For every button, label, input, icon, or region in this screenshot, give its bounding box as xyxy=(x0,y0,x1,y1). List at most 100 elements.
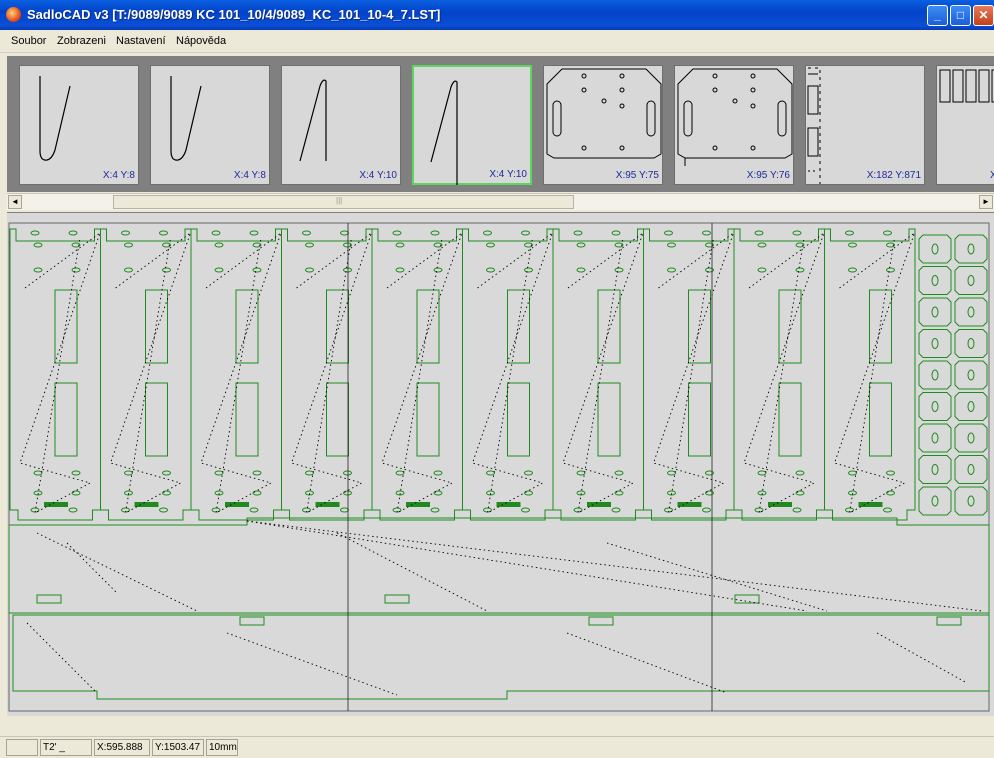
plate-hole xyxy=(795,490,805,496)
plate-slot xyxy=(688,289,711,364)
plate-hole xyxy=(249,230,259,236)
plate-hole xyxy=(162,267,171,273)
plate-hole xyxy=(392,230,402,236)
menu-soubor[interactable]: Soubor xyxy=(11,35,46,47)
plate-hole xyxy=(614,490,624,496)
plate-hole xyxy=(573,230,583,236)
menu-zobrazeni[interactable]: Zobrazeni xyxy=(57,35,106,47)
plate-hole xyxy=(667,470,676,476)
minimize-button[interactable]: _ xyxy=(927,5,948,26)
part-thumbnail[interactable]: X:95 Y:76 xyxy=(674,65,794,185)
part-thumbnail[interactable]: X:95 Y:75 xyxy=(543,65,663,185)
part-thumbnail[interactable]: X:4 Y:8 xyxy=(150,65,270,185)
strip-tab xyxy=(36,594,62,604)
small-part-hole xyxy=(967,243,975,255)
thumbnail-coord: X:95 Y:76 xyxy=(746,170,790,181)
plate-slot xyxy=(507,289,530,364)
small-part-hole xyxy=(931,275,939,286)
plate-hole xyxy=(757,267,767,273)
small-part-hole xyxy=(967,369,975,381)
plate-hole xyxy=(848,242,857,248)
scroll-thumb[interactable]: ||| xyxy=(113,195,574,209)
status-panel-1 xyxy=(6,739,38,756)
small-part-hole xyxy=(967,275,975,286)
plate-hole xyxy=(576,267,586,273)
thumbnail-coord: X:95 Y:75 xyxy=(615,170,659,181)
plate-hole xyxy=(305,470,314,476)
plate-hole xyxy=(249,507,259,513)
plate-hole xyxy=(252,470,262,476)
plate-hole xyxy=(433,267,443,273)
plate-hole xyxy=(576,470,586,476)
plate-hole xyxy=(214,242,224,248)
small-part-outline xyxy=(954,455,988,484)
plate-slot xyxy=(507,382,530,457)
close-button[interactable]: ✕ xyxy=(973,5,994,26)
thumbnail-coord: X:4 Y:10 xyxy=(489,169,527,180)
small-part-hole xyxy=(931,369,939,381)
plate-hole xyxy=(214,267,224,273)
plate-slot xyxy=(597,289,621,364)
plate-label-mark xyxy=(134,502,159,507)
small-part-outline xyxy=(918,392,952,421)
plate-hole xyxy=(159,230,168,236)
part-thumbnail[interactable]: X:4 Y:8 xyxy=(19,65,139,185)
plate-hole xyxy=(483,230,492,236)
toolpath-segment xyxy=(246,520,983,612)
scroll-grip: ||| xyxy=(336,196,343,205)
thumbnail-strip: X:4 Y:8 X:4 Y:8 X:4 Y:10 X:4 Y:10 X:95 Y… xyxy=(7,56,994,192)
part-preview xyxy=(546,68,662,159)
plate-slot xyxy=(869,382,892,457)
small-part-hole xyxy=(967,401,975,412)
part-preview xyxy=(939,69,994,103)
strip-tab xyxy=(384,594,410,604)
scroll-left-button[interactable]: ◄ xyxy=(8,195,22,209)
part-thumbnail[interactable]: X:4 Y:10 xyxy=(281,65,401,185)
maximize-button[interactable]: □ xyxy=(950,5,971,26)
plate-hole xyxy=(340,507,349,513)
scroll-right-button[interactable]: ► xyxy=(979,195,993,209)
part-thumbnail[interactable]: X xyxy=(936,65,994,185)
small-part-hole xyxy=(967,338,975,349)
plate-hole xyxy=(162,490,171,496)
plate-hole xyxy=(886,470,895,476)
plate-hole xyxy=(430,230,440,236)
thumbnail-coord: X:4 Y:10 xyxy=(359,170,397,181)
plate-hole xyxy=(71,490,81,496)
toolpath-segment xyxy=(336,532,488,612)
toolpath-segment xyxy=(562,231,644,514)
nesting-drawing[interactable] xyxy=(7,213,994,716)
plate-slot xyxy=(54,289,78,364)
plate-hole xyxy=(252,267,262,273)
small-part-outline xyxy=(918,423,952,453)
plate-hole xyxy=(486,470,495,476)
strip-tab xyxy=(239,616,265,626)
toolpath-segment xyxy=(743,231,825,514)
small-part-outline xyxy=(918,329,952,358)
small-part-outline xyxy=(918,486,952,516)
menu-nastaveni[interactable]: Nastavení xyxy=(116,35,166,47)
plate-slot xyxy=(688,382,711,457)
plate-hole xyxy=(486,267,495,273)
nested-plate-outline xyxy=(190,228,282,521)
small-part-hole xyxy=(931,464,939,475)
app-icon[interactable] xyxy=(6,7,21,22)
menu-napoveda[interactable]: Nápověda xyxy=(176,35,226,47)
plate-hole xyxy=(486,242,495,248)
nesting-canvas[interactable] xyxy=(7,212,994,716)
plate-hole xyxy=(667,267,676,273)
title-bar: SadloCAD v3 [T:/9089/9089 KC 101_10/4/90… xyxy=(0,0,994,30)
plate-hole xyxy=(214,470,224,476)
plate-hole xyxy=(702,507,711,513)
plate-hole xyxy=(343,470,352,476)
thumbnail-scrollbar[interactable]: ◄ ||| ► xyxy=(7,193,994,210)
toolpath-segment xyxy=(381,231,463,514)
plate-hole xyxy=(343,490,352,496)
part-thumbnail[interactable]: X:182 Y:871 xyxy=(805,65,925,185)
part-thumbnail-selected[interactable]: X:4 Y:10 xyxy=(412,65,532,185)
plate-slot xyxy=(416,382,440,457)
toolpath-segment xyxy=(66,542,118,594)
toolpath-segment xyxy=(876,632,968,684)
small-part-outline xyxy=(954,360,988,390)
plate-hole xyxy=(68,230,78,236)
